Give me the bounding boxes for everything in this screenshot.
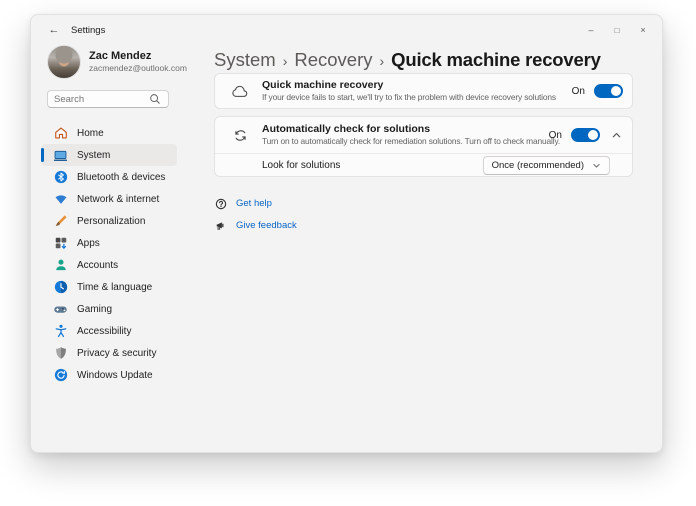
back-button[interactable]: ← xyxy=(41,20,67,40)
search-icon xyxy=(147,92,162,107)
window-content: Zac Mendez zacmendez@outlook.com Home xyxy=(31,45,662,452)
quick-machine-recovery-card: Quick machine recovery If your device fa… xyxy=(214,73,633,109)
setting-title: Automatically check for solutions xyxy=(262,123,431,135)
cloud-icon xyxy=(230,85,250,98)
personalization-icon xyxy=(53,214,68,229)
look-for-solutions-row: Look for solutions Once (recommended) xyxy=(215,153,632,176)
accounts-icon xyxy=(53,258,68,273)
close-button[interactable]: × xyxy=(630,20,656,40)
feedback-icon xyxy=(214,220,227,232)
sidebar-item-label: Windows Update xyxy=(77,369,153,381)
toggle-state-label: On xyxy=(548,129,562,141)
avatar xyxy=(47,45,81,79)
minimize-icon: – xyxy=(588,25,594,35)
sidebar-item-label: Bluetooth & devices xyxy=(77,171,166,183)
sidebar-item-home[interactable]: Home xyxy=(41,122,177,144)
sync-icon xyxy=(230,128,250,143)
sidebar-item-label: Accounts xyxy=(77,259,119,271)
sidebar-item-privacy-security[interactable]: Privacy & security xyxy=(41,342,177,364)
window-controls: – □ × xyxy=(578,20,656,40)
time-language-icon xyxy=(53,280,68,295)
sidebar-item-label: Time & language xyxy=(77,281,153,293)
sidebar-item-windows-update[interactable]: Windows Update xyxy=(41,364,177,386)
sidebar-item-accessibility[interactable]: Accessibility xyxy=(41,320,177,342)
search-box[interactable] xyxy=(47,90,169,108)
accessibility-icon xyxy=(53,324,68,339)
breadcrumb-separator-icon: › xyxy=(282,52,288,69)
selection-indicator xyxy=(41,148,44,162)
sidebar-item-time-language[interactable]: Time & language xyxy=(41,276,177,298)
gaming-icon xyxy=(53,302,68,317)
sidebar-item-gaming[interactable]: Gaming xyxy=(41,298,177,320)
sidebar-item-label: System xyxy=(77,149,111,161)
search-input[interactable] xyxy=(54,93,147,105)
sidebar-item-label: Accessibility xyxy=(77,325,132,337)
maximize-button[interactable]: □ xyxy=(604,20,630,40)
breadcrumb-system[interactable]: System xyxy=(214,49,276,71)
app-title: Settings xyxy=(71,24,106,36)
breadcrumb: System › Recovery › Quick machine recove… xyxy=(214,48,633,72)
sidebar-item-label: Network & internet xyxy=(77,193,160,205)
setting-description: If your device fails to start, we'll try… xyxy=(262,92,556,102)
auto-check-solutions-card: Automatically check for solutions Turn o… xyxy=(214,116,633,177)
setting-title: Quick machine recovery xyxy=(262,79,384,91)
settings-window: ← Settings – □ × Zac Mendez zacmendez@ou… xyxy=(30,14,663,453)
page-title: Quick machine recovery xyxy=(391,49,601,70)
sidebar-item-label: Privacy & security xyxy=(77,347,157,359)
chevron-down-icon xyxy=(593,163,600,168)
give-feedback-label: Give feedback xyxy=(236,220,297,231)
maximize-icon: □ xyxy=(614,25,620,35)
bluetooth-icon xyxy=(53,170,68,185)
sidebar-item-label: Home xyxy=(77,127,104,139)
sidebar-item-label: Gaming xyxy=(77,303,113,315)
look-for-solutions-label: Look for solutions xyxy=(262,159,341,171)
titlebar: ← Settings – □ × xyxy=(31,15,662,45)
minimize-button[interactable]: – xyxy=(578,20,604,40)
breadcrumb-recovery[interactable]: Recovery xyxy=(294,49,372,71)
profile-email: zacmendez@outlook.com xyxy=(89,63,187,73)
get-help-label: Get help xyxy=(236,198,272,209)
setting-description: Turn on to automatically check for remed… xyxy=(262,136,561,146)
toggle-state-label: On xyxy=(571,85,585,97)
privacy-security-icon xyxy=(53,346,68,361)
sidebar-nav: Home System Bluetooth & devices Network … xyxy=(41,122,177,386)
auto-check-solutions-toggle[interactable] xyxy=(571,128,600,142)
collapse-expander-button[interactable] xyxy=(609,128,623,142)
profile[interactable]: Zac Mendez zacmendez@outlook.com xyxy=(47,45,187,79)
main-content: System › Recovery › Quick machine recove… xyxy=(214,45,633,452)
look-for-solutions-dropdown[interactable]: Once (recommended) xyxy=(482,155,610,175)
sidebar-item-system[interactable]: System xyxy=(41,144,177,166)
sidebar-item-label: Personalization xyxy=(77,215,146,227)
give-feedback-link[interactable]: Give feedback xyxy=(214,219,633,232)
toggle-knob xyxy=(588,130,598,140)
quick-machine-recovery-toggle[interactable] xyxy=(594,84,623,98)
sidebar-item-apps[interactable]: Apps xyxy=(41,232,177,254)
dropdown-selected-value: Once (recommended) xyxy=(491,159,584,171)
profile-name: Zac Mendez xyxy=(89,50,152,62)
toggle-knob xyxy=(611,86,621,96)
sidebar: Zac Mendez zacmendez@outlook.com Home xyxy=(31,45,187,452)
breadcrumb-separator-icon: › xyxy=(379,52,385,69)
network-icon xyxy=(53,192,68,207)
windows-update-icon xyxy=(53,368,68,383)
chevron-up-icon xyxy=(612,132,620,137)
get-help-icon xyxy=(214,198,227,210)
get-help-link[interactable]: Get help xyxy=(214,197,633,210)
sidebar-item-bluetooth-devices[interactable]: Bluetooth & devices xyxy=(41,166,177,188)
back-arrow-icon: ← xyxy=(48,24,60,36)
apps-icon xyxy=(53,236,68,251)
home-icon xyxy=(53,126,68,141)
sidebar-item-personalization[interactable]: Personalization xyxy=(41,210,177,232)
close-icon: × xyxy=(640,25,646,35)
system-icon xyxy=(53,148,68,163)
sidebar-item-network-internet[interactable]: Network & internet xyxy=(41,188,177,210)
sidebar-item-accounts[interactable]: Accounts xyxy=(41,254,177,276)
sidebar-item-label: Apps xyxy=(77,237,100,249)
